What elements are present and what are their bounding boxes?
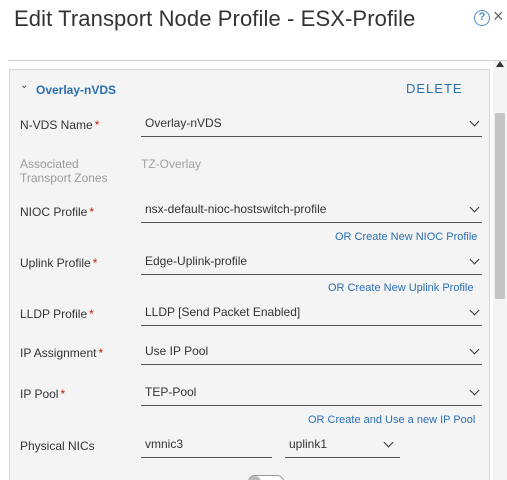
create-ip-pool-link[interactable]: OR Create and Use a new IP Pool — [308, 414, 475, 426]
uplink-select[interactable]: uplink1 — [285, 436, 400, 458]
nvds-name-value: Overlay-nVDS — [145, 116, 222, 130]
lldp-profile-value: LLDP [Send Packet Enabled] — [145, 305, 301, 319]
transport-zones-label: Associated Transport Zones — [20, 157, 108, 185]
nvds-section-card: ⌄ Overlay-nVDS DELETE N-VDS Name * Overla… — [9, 69, 490, 480]
ip-pool-label: IP Pool * — [20, 387, 66, 401]
dialog-header: Edit Transport Node Profile - ESX-Profil… — [0, 0, 507, 48]
lldp-profile-label: LLDP Profile * — [20, 307, 94, 321]
help-icon[interactable]: ? — [474, 10, 490, 26]
ip-assignment-select[interactable]: Use IP Pool — [141, 343, 482, 365]
create-nioc-profile-link[interactable]: OR Create New NIOC Profile — [335, 231, 477, 243]
chevron-down-icon — [469, 344, 480, 355]
scroll-thumb[interactable] — [495, 113, 505, 299]
uplink-value: uplink1 — [289, 437, 328, 451]
dialog-title: Edit Transport Node Profile - ESX-Profil… — [14, 6, 416, 31]
chevron-down-icon — [383, 437, 394, 448]
ip-pool-select[interactable]: TEP-Pool — [141, 384, 482, 406]
delete-button[interactable]: DELETE — [406, 81, 463, 96]
nvds-name-select[interactable]: Overlay-nVDS — [141, 115, 482, 137]
toggle-switch[interactable] — [248, 475, 284, 480]
scroll-up-arrow-icon[interactable] — [496, 61, 504, 67]
close-icon[interactable]: × — [493, 6, 504, 26]
transport-zones-value: TZ-Overlay — [141, 157, 201, 171]
nioc-profile-value: nsx-default-nioc-hostswitch-profile — [145, 202, 327, 216]
chevron-down-icon — [469, 202, 480, 213]
chevron-down-icon — [469, 385, 480, 396]
toggle-knob — [249, 476, 261, 480]
vertical-scrollbar[interactable] — [493, 61, 507, 480]
uplink-profile-value: Edge-Uplink-profile — [145, 254, 248, 268]
uplink-profile-label: Uplink Profile * — [20, 256, 98, 270]
chevron-down-icon — [469, 116, 480, 127]
ip-assignment-value: Use IP Pool — [145, 344, 209, 358]
ip-pool-value: TEP-Pool — [145, 385, 197, 399]
chevron-down-icon — [469, 305, 480, 316]
physical-nics-label: Physical NICs — [20, 439, 95, 453]
nvds-name-label: N-VDS Name * — [20, 118, 100, 132]
dialog-body: ⌄ Overlay-nVDS DELETE N-VDS Name * Overla… — [8, 60, 507, 480]
chevron-down-icon[interactable]: ⌄ — [20, 80, 28, 91]
chevron-down-icon — [469, 254, 480, 265]
section-header[interactable]: ⌄ Overlay-nVDS DELETE — [10, 70, 491, 102]
nioc-profile-select[interactable]: nsx-default-nioc-hostswitch-profile — [141, 201, 482, 223]
lldp-profile-select[interactable]: LLDP [Send Packet Enabled] — [141, 304, 482, 326]
nioc-profile-label: NIOC Profile * — [20, 205, 95, 219]
section-title[interactable]: Overlay-nVDS — [36, 83, 116, 97]
uplink-profile-select[interactable]: Edge-Uplink-profile — [141, 253, 482, 275]
physical-nic-input[interactable]: vmnic3 — [141, 436, 272, 458]
create-uplink-profile-link[interactable]: OR Create New Uplink Profile — [328, 282, 474, 294]
ip-assignment-label: IP Assignment * — [20, 346, 104, 360]
